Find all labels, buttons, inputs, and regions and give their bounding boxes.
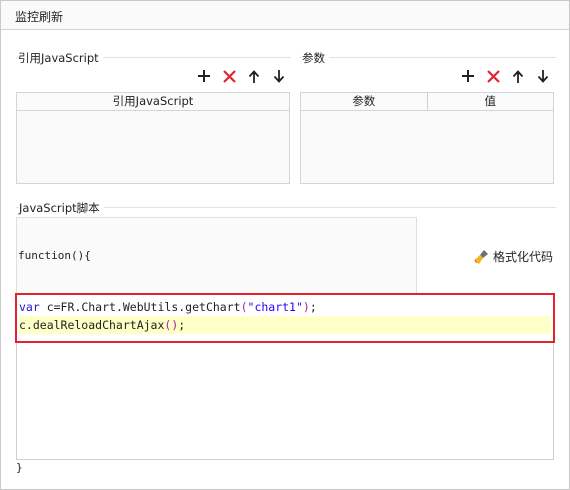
js-refs-table-body[interactable] xyxy=(17,111,289,183)
params-table-header: 参数 值 xyxy=(301,93,553,111)
script-editor[interactable]: var c=FR.Chart.WebUtils.getChart("chart1… xyxy=(16,294,554,460)
js-refs-section-label: 引用JavaScript xyxy=(18,50,103,66)
params-table[interactable]: 参数 值 xyxy=(300,92,554,184)
format-code-button[interactable]: 格式化代码 xyxy=(474,248,553,265)
add-icon xyxy=(198,70,210,82)
function-header-text: function(){ xyxy=(18,249,91,262)
code-text: c.dealReloadChartAjax xyxy=(19,318,165,332)
code-line[interactable]: var c=FR.Chart.WebUtils.getChart("chart1… xyxy=(19,298,317,316)
format-code-label: 格式化代码 xyxy=(493,250,554,264)
script-section-label: JavaScript脚本 xyxy=(19,200,104,216)
broom-icon xyxy=(474,249,488,264)
js-refs-column-header[interactable]: 引用JavaScript xyxy=(17,93,289,110)
code-paren: () xyxy=(164,318,179,332)
params-separator xyxy=(299,57,556,58)
move-down-icon xyxy=(273,69,285,83)
params-table-body[interactable] xyxy=(301,111,553,183)
code-line-current[interactable]: c.dealReloadChartAjax(); xyxy=(19,316,551,334)
function-closing-brace: } xyxy=(16,461,23,474)
js-refs-move-up-button[interactable] xyxy=(245,67,263,85)
title-bar: 监控刷新 xyxy=(1,1,569,30)
delete-icon xyxy=(486,69,500,83)
params-move-up-button[interactable] xyxy=(509,67,527,85)
js-refs-add-button[interactable] xyxy=(195,67,213,85)
code-paren: ( xyxy=(240,300,248,314)
code-string: "chart1" xyxy=(247,300,303,314)
add-icon xyxy=(462,70,474,82)
params-section-label: 参数 xyxy=(302,50,329,66)
js-refs-move-down-button[interactable] xyxy=(270,67,288,85)
dialog-window: 监控刷新 引用JavaScript 引用JavaScript 参数 参数 值 J… xyxy=(0,0,570,490)
code-keyword: var xyxy=(19,300,40,314)
js-refs-table-header: 引用JavaScript xyxy=(17,93,289,111)
delete-icon xyxy=(222,69,236,83)
move-up-icon xyxy=(512,69,524,83)
params-column-value-header[interactable]: 值 xyxy=(428,93,554,110)
code-text: ; xyxy=(309,300,317,314)
code-text: ; xyxy=(178,318,186,332)
params-column-name-header[interactable]: 参数 xyxy=(301,93,428,110)
params-delete-button[interactable] xyxy=(484,67,502,85)
move-up-icon xyxy=(248,69,260,83)
dialog-title: 监控刷新 xyxy=(15,10,64,24)
params-move-down-button[interactable] xyxy=(534,67,552,85)
js-refs-delete-button[interactable] xyxy=(220,67,238,85)
code-text: c=FR.Chart.WebUtils.getChart xyxy=(39,300,241,314)
move-down-icon xyxy=(537,69,549,83)
code-paren: ) xyxy=(302,300,310,314)
js-refs-table[interactable]: 引用JavaScript xyxy=(16,92,290,184)
params-add-button[interactable] xyxy=(459,67,477,85)
